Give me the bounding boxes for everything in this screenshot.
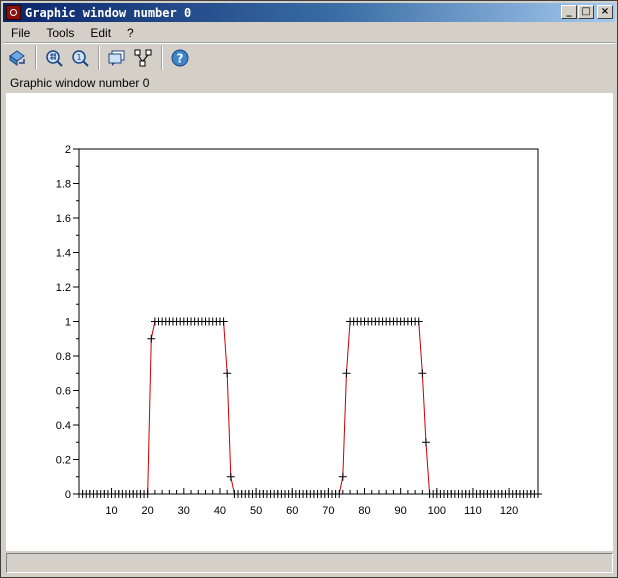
y-tick-label: 1: [65, 317, 71, 329]
menu-file[interactable]: File: [3, 24, 38, 42]
graphic-window: Graphic window number 0 _ □ × File Tools…: [0, 0, 618, 578]
toolbar-separator: [98, 46, 100, 70]
data-point-marker[interactable]: [223, 369, 232, 378]
y-tick-label: 2: [65, 144, 71, 156]
x-tick-label: 120: [500, 505, 518, 517]
graphic-info-label: Graphic window number 0: [10, 76, 150, 90]
data-point-marker[interactable]: [534, 490, 542, 498]
y-tick-label: 0.8: [56, 351, 71, 363]
y-tick-label: 0: [65, 489, 71, 501]
minimize-button[interactable]: _: [561, 5, 577, 19]
window-title: Graphic window number 0: [25, 5, 192, 20]
title-bar[interactable]: Graphic window number 0 _ □ ×: [3, 3, 615, 22]
menu-tools[interactable]: Tools: [38, 24, 82, 42]
edit-curve-button[interactable]: [131, 46, 155, 70]
data-point-marker[interactable]: [226, 472, 235, 481]
data-point-marker[interactable]: [147, 334, 156, 343]
rotate-button[interactable]: [5, 46, 29, 70]
y-tick-label: 0.2: [56, 455, 71, 467]
zoom-out-button[interactable]: 1: [68, 46, 92, 70]
x-tick-label: 90: [395, 505, 407, 517]
data-point-marker[interactable]: [338, 472, 347, 481]
x-tick-label: 50: [250, 505, 262, 517]
menu-help[interactable]: ?: [119, 24, 142, 42]
plot-frame: [78, 148, 539, 495]
zoom-out-icon: 1: [72, 50, 89, 67]
y-tick-label: 1.8: [56, 179, 71, 191]
menu-edit[interactable]: Edit: [82, 24, 119, 42]
x-tick-label: 10: [105, 505, 117, 517]
data-point-marker[interactable]: [421, 438, 430, 447]
data-point-marker[interactable]: [342, 369, 351, 378]
plot-svg[interactable]: 10 20 30 40 50 60 70 80 90 100 110 120 0 0.2 0.4 0.6 0.8…: [6, 93, 613, 551]
y-tick-label: 1.6: [56, 213, 71, 225]
y-tick-label: 1.4: [56, 248, 71, 260]
status-bar: [6, 553, 613, 573]
edit-icon: [134, 49, 152, 67]
toolbar-separator: [35, 46, 37, 70]
data-point-marker[interactable]: [335, 490, 344, 498]
datatip-icon: [108, 50, 125, 66]
maximize-button[interactable]: □: [578, 5, 594, 19]
x-tick-label: 110: [464, 505, 482, 517]
toolbar: 1 ?: [5, 44, 194, 72]
zoom-in-button[interactable]: [42, 46, 66, 70]
datatip-button[interactable]: [105, 46, 129, 70]
y-tick-label: 0.4: [56, 420, 71, 432]
y-tick-label: 1.2: [56, 282, 71, 294]
scilab-app-icon[interactable]: [6, 5, 21, 20]
x-tick-label: 70: [322, 505, 334, 517]
rotate-icon: [9, 50, 25, 66]
y-tick-label: 0.6: [56, 386, 71, 398]
x-tick-label: 80: [358, 505, 370, 517]
series-line[interactable]: [79, 321, 538, 495]
x-tick-label: 30: [178, 505, 190, 517]
svg-text:1: 1: [76, 53, 81, 62]
data-point-marker[interactable]: [414, 317, 423, 326]
close-button[interactable]: ×: [597, 5, 613, 19]
x-tick-label: 40: [214, 505, 226, 517]
x-tick-label: 100: [428, 505, 446, 517]
data-point-marker[interactable]: [143, 490, 152, 498]
x-tick-label: 60: [286, 505, 298, 517]
data-point-marker[interactable]: [418, 369, 427, 378]
data-point-marker[interactable]: [219, 317, 228, 326]
help-icon: ?: [171, 49, 189, 67]
x-tick-label: 20: [142, 505, 154, 517]
zoom-in-icon: [46, 50, 63, 67]
toolbar-separator: [161, 46, 163, 70]
plot-canvas[interactable]: 10 20 30 40 50 60 70 80 90 100 110 120 0 0.2 0.4 0.6 0.8…: [6, 93, 613, 551]
window-controls: _ □ ×: [560, 5, 613, 19]
help-button[interactable]: ?: [168, 46, 192, 70]
menu-bar: File Tools Edit ?: [3, 24, 142, 42]
svg-text:?: ?: [177, 52, 184, 66]
